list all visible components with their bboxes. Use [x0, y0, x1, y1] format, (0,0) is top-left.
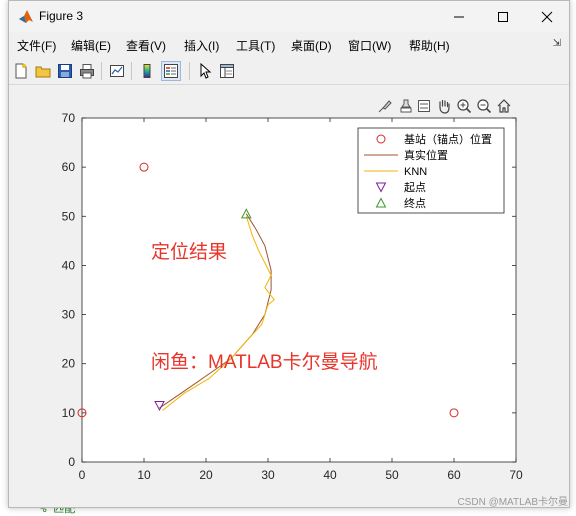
colorbar-button[interactable]	[137, 61, 157, 81]
matlab-logo-icon	[19, 10, 33, 23]
legend-label: 起点	[404, 181, 426, 194]
x-tick-label: 50	[385, 468, 399, 482]
open-folder-icon	[35, 66, 51, 78]
link-plot-icon	[110, 65, 124, 77]
toolbar-separator	[131, 62, 132, 80]
x-tick-label: 40	[323, 468, 337, 482]
y-tick-label: 40	[62, 258, 76, 272]
property-inspector-button[interactable]	[217, 61, 237, 81]
edit-plot-button[interactable]	[195, 61, 215, 81]
toolbar-separator	[189, 62, 190, 80]
minimize-icon	[454, 16, 464, 17]
watermark: CSDN @MATLAB卡尔曼	[457, 497, 568, 508]
y-tick-label: 30	[62, 308, 76, 322]
legend-label: KNN	[404, 166, 427, 178]
menu-overflow-icon[interactable]: ⇲	[553, 38, 561, 49]
save-icon	[58, 64, 72, 78]
save-button[interactable]	[55, 61, 75, 81]
close-button[interactable]	[525, 1, 569, 32]
colorbar-icon	[143, 64, 151, 78]
x-tick-label: 30	[261, 468, 275, 482]
menu-insert[interactable]: 插入(I)	[184, 37, 219, 54]
annotation-main: 定位结果	[151, 241, 227, 263]
open-file-button[interactable]	[33, 61, 53, 81]
y-tick-label: 70	[62, 111, 76, 125]
x-tick-label: 60	[447, 468, 461, 482]
x-tick-label: 10	[137, 468, 151, 482]
pointer-arrow-icon	[200, 63, 212, 79]
legend-label: 真实位置	[404, 148, 448, 162]
annotation-sub: 闲鱼：MATLAB卡尔曼导航	[151, 351, 378, 373]
y-tick-label: 50	[62, 209, 76, 223]
menu-help[interactable]: 帮助(H)	[409, 37, 450, 54]
close-icon	[541, 11, 553, 22]
y-tick-label: 60	[62, 160, 76, 174]
print-button[interactable]	[77, 61, 97, 81]
property-inspector-icon	[220, 64, 234, 78]
maximize-button[interactable]	[481, 1, 525, 32]
legend-label: 基站（锚点）位置	[404, 132, 492, 146]
figure-toolbar	[9, 58, 569, 85]
figure-window: Figure 3 文件(F) 编辑(E) 查看(V) 插入(I) 工具(T) 桌…	[8, 0, 570, 508]
minimize-button[interactable]	[437, 1, 481, 32]
toolbar-separator	[101, 62, 102, 80]
menu-edit[interactable]: 编辑(E)	[71, 37, 111, 54]
legend[interactable]: 基站（锚点）位置真实位置 KNN 起点终点	[357, 127, 505, 214]
print-icon	[80, 64, 94, 79]
menu-view[interactable]: 查看(V)	[126, 37, 166, 54]
menu-tools[interactable]: 工具(T)	[236, 37, 275, 54]
x-tick-label: 0	[79, 468, 86, 482]
new-figure-button[interactable]	[11, 61, 31, 81]
legend-button[interactable]	[161, 61, 181, 81]
plot-axes[interactable]: 0 10 20 30 40 50 60 70 0 10 20 30 40 50 60 70 定位结果 闲鱼：M…	[9, 85, 569, 507]
menu-bar: 文件(F) 编辑(E) 查看(V) 插入(I) 工具(T) 桌面(D) 窗口(W…	[9, 34, 569, 56]
y-tick-label: 20	[62, 357, 76, 371]
maximize-icon	[498, 11, 508, 22]
x-tick-label: 70	[509, 468, 523, 482]
menu-desktop[interactable]: 桌面(D)	[291, 37, 332, 54]
y-tick-label: 0	[68, 455, 75, 469]
legend-label: 终点	[404, 196, 426, 210]
link-plot-button[interactable]	[107, 61, 127, 81]
title-bar: Figure 3	[9, 1, 569, 32]
menu-file[interactable]: 文件(F)	[17, 37, 56, 54]
window-title: Figure 3	[39, 9, 84, 23]
legend-icon	[164, 64, 178, 78]
y-tick-label: 10	[62, 406, 76, 420]
new-file-icon	[15, 63, 27, 79]
menu-window[interactable]: 窗口(W)	[348, 37, 391, 54]
x-tick-label: 20	[199, 468, 213, 482]
